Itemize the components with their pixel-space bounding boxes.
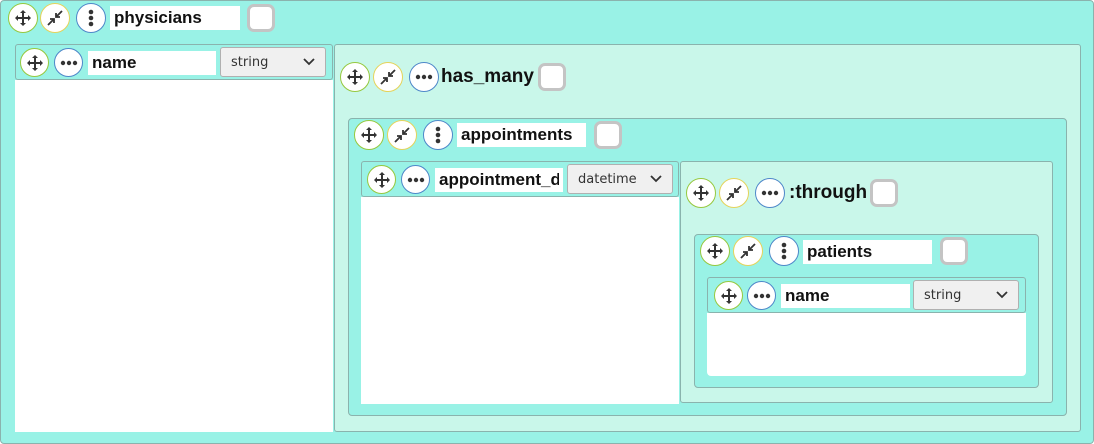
move-arrows-icon bbox=[373, 171, 390, 188]
table-menu-button[interactable] bbox=[769, 236, 799, 266]
field-name-input[interactable] bbox=[781, 284, 910, 308]
horizontal-dots-icon bbox=[415, 74, 433, 80]
vertical-dots-icon bbox=[781, 242, 787, 260]
vertical-dots-icon bbox=[88, 9, 94, 27]
association-menu-button[interactable] bbox=[755, 178, 785, 208]
collapse-arrows-icon bbox=[740, 243, 756, 259]
move-arrows-icon bbox=[15, 10, 31, 26]
move-arrows-icon bbox=[361, 127, 377, 143]
horizontal-dots-icon bbox=[753, 293, 770, 298]
field-type-select[interactable]: string bbox=[913, 280, 1019, 310]
vertical-dots-icon bbox=[435, 126, 441, 144]
field-name-input[interactable] bbox=[88, 51, 216, 75]
field-name-input[interactable] bbox=[435, 168, 563, 192]
move-arrows-icon bbox=[693, 185, 709, 201]
association-checkbox[interactable] bbox=[538, 63, 566, 91]
move-arrows-icon bbox=[720, 287, 737, 304]
collapse-arrows-icon bbox=[47, 10, 63, 26]
association-label: has_many bbox=[441, 66, 534, 87]
collapse-button[interactable] bbox=[387, 120, 417, 150]
move-button[interactable] bbox=[20, 48, 49, 77]
table-name-input[interactable] bbox=[110, 6, 240, 30]
move-button[interactable] bbox=[686, 178, 716, 208]
move-arrows-icon bbox=[707, 243, 723, 259]
collapse-button[interactable] bbox=[40, 3, 70, 33]
table-name-input[interactable] bbox=[457, 123, 586, 147]
move-button[interactable] bbox=[367, 165, 396, 194]
horizontal-dots-icon bbox=[407, 177, 424, 182]
association-label: :through bbox=[789, 182, 868, 203]
move-button[interactable] bbox=[354, 120, 384, 150]
move-button[interactable] bbox=[714, 281, 743, 310]
table-name-input[interactable] bbox=[803, 240, 932, 264]
move-button[interactable] bbox=[700, 236, 730, 266]
move-button[interactable] bbox=[340, 62, 370, 92]
field-menu-button[interactable] bbox=[401, 165, 430, 194]
fields-panel bbox=[15, 80, 333, 432]
field-menu-button[interactable] bbox=[54, 48, 83, 77]
move-arrows-icon bbox=[26, 54, 43, 71]
collapse-button[interactable] bbox=[733, 236, 763, 266]
move-arrows-icon bbox=[347, 69, 363, 85]
move-button[interactable] bbox=[8, 3, 38, 33]
chevron-down-icon bbox=[650, 175, 662, 183]
collapse-arrows-icon bbox=[394, 127, 410, 143]
fields-panel bbox=[707, 313, 1026, 376]
fields-panel bbox=[361, 197, 679, 404]
chevron-down-icon bbox=[303, 58, 315, 66]
chevron-down-icon bbox=[996, 291, 1008, 299]
field-type-value: string bbox=[231, 54, 269, 70]
horizontal-dots-icon bbox=[60, 60, 77, 65]
association-checkbox[interactable] bbox=[870, 179, 898, 207]
collapse-button[interactable] bbox=[373, 62, 403, 92]
collapse-button[interactable] bbox=[719, 178, 749, 208]
field-menu-button[interactable] bbox=[747, 281, 776, 310]
association-menu-button[interactable] bbox=[409, 62, 439, 92]
field-type-select[interactable]: string bbox=[220, 47, 326, 77]
collapse-arrows-icon bbox=[726, 185, 742, 201]
horizontal-dots-icon bbox=[761, 190, 779, 196]
table-menu-button[interactable] bbox=[76, 3, 106, 33]
table-checkbox[interactable] bbox=[940, 237, 968, 265]
collapse-arrows-icon bbox=[380, 69, 396, 85]
field-type-value: string bbox=[924, 287, 962, 303]
field-type-value: datetime bbox=[578, 171, 637, 187]
table-menu-button[interactable] bbox=[423, 120, 453, 150]
table-checkbox[interactable] bbox=[594, 121, 622, 149]
table-checkbox[interactable] bbox=[247, 4, 275, 32]
field-type-select[interactable]: datetime bbox=[567, 164, 673, 194]
